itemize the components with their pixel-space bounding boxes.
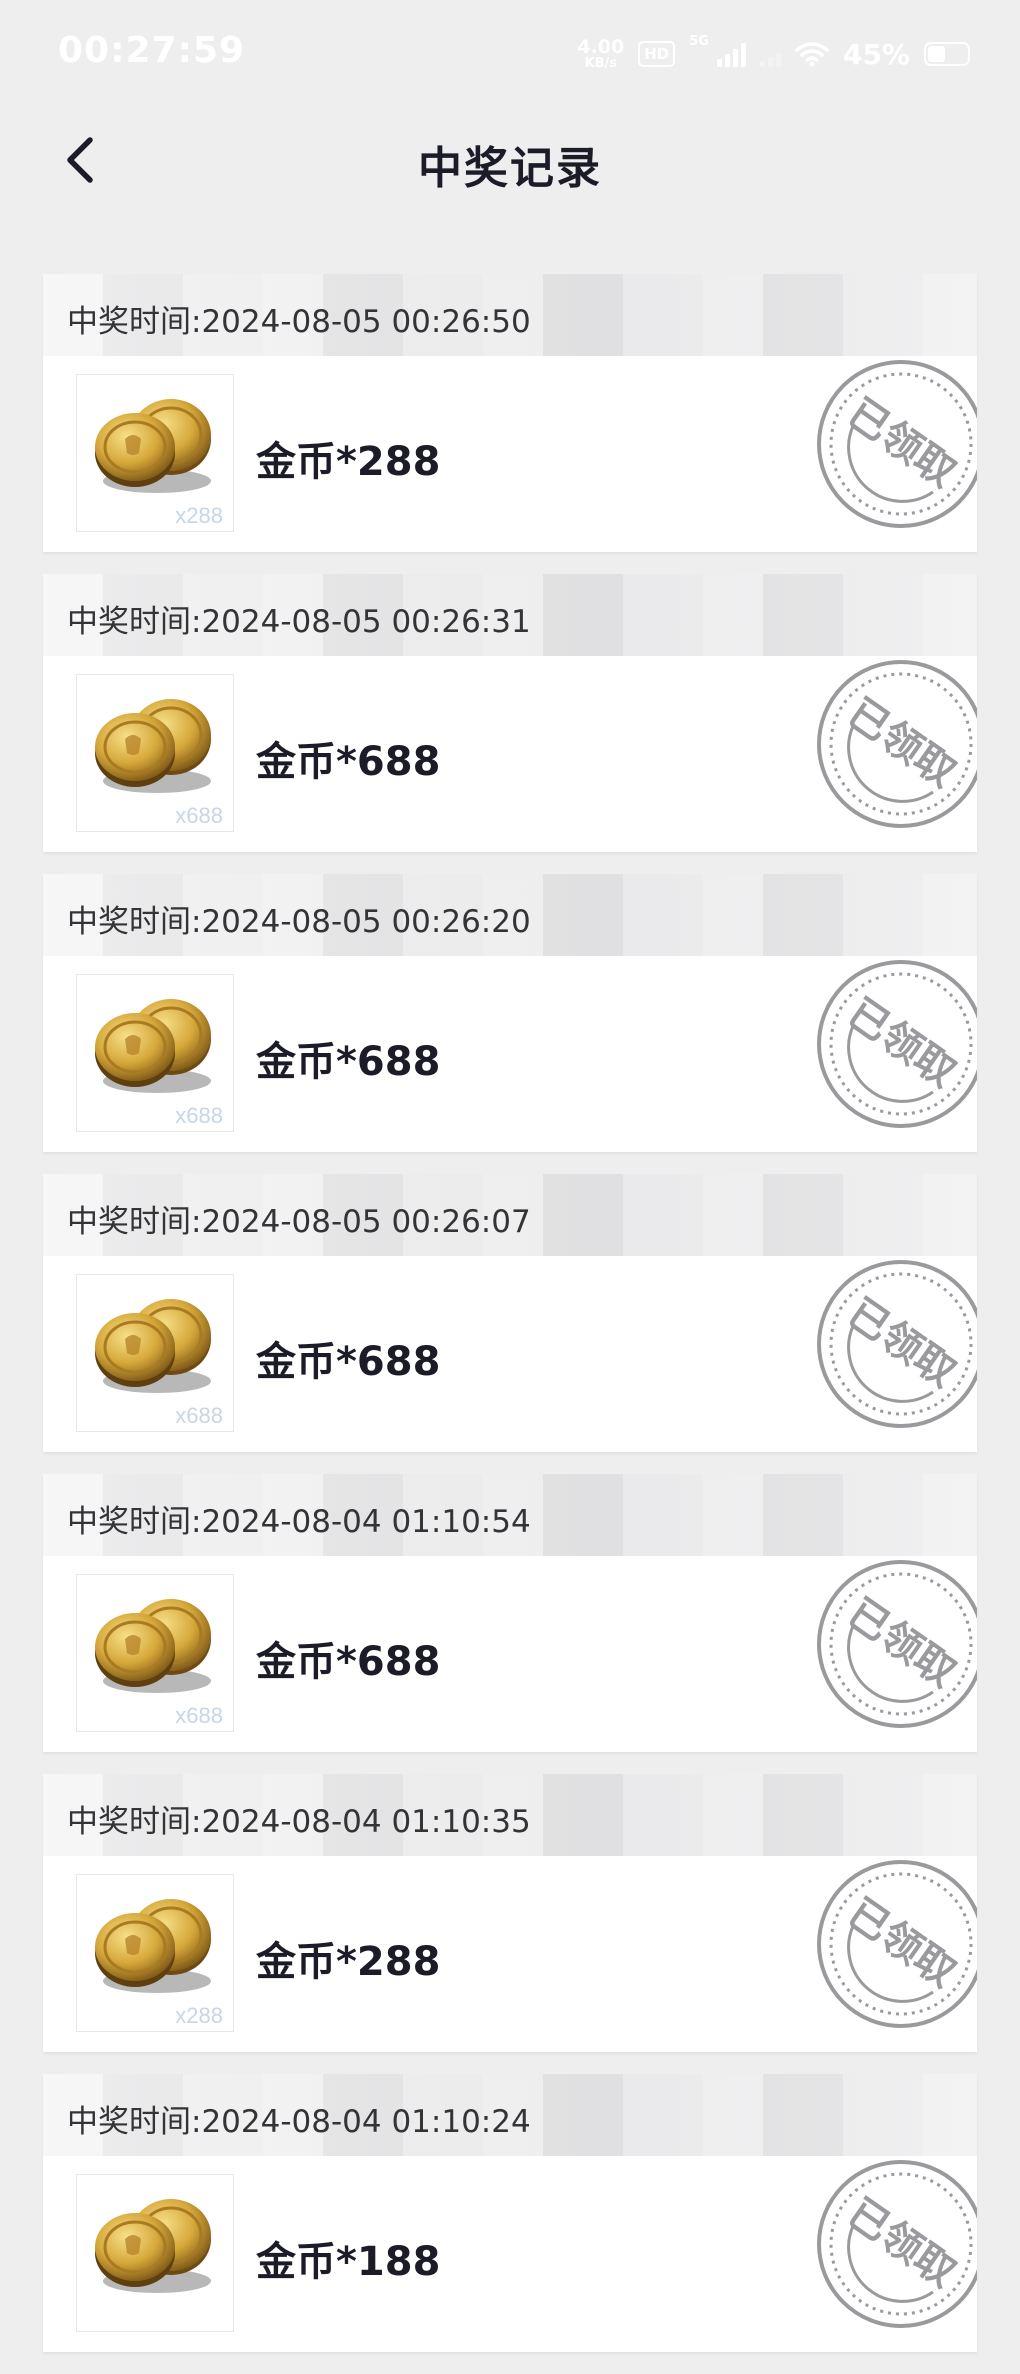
prize-item-name: 金币*688: [256, 1039, 441, 1085]
prize-item-name: 金币*688: [256, 1339, 441, 1385]
signal-secondary-icon: [759, 41, 781, 67]
signal-icon: [716, 41, 746, 67]
gold-coins-icon: [95, 1299, 211, 1393]
svg-text:已领取: 已领取: [839, 690, 964, 797]
prize-item-name: 金币*288: [256, 1939, 441, 1985]
prize-item-name: 金币*288: [256, 439, 441, 485]
svg-text:已领取: 已领取: [839, 990, 964, 1097]
network-speed-value: 4.00: [577, 36, 625, 58]
prize-item-name: 金币*688: [256, 739, 441, 785]
battery-icon: [924, 42, 970, 66]
svg-text:已领取: 已领取: [839, 2190, 964, 2297]
prize-record-card: 中奖时间:2024-08-05 00:26:50 x288 金币*288 已领取: [43, 274, 977, 552]
claimed-stamp-icon: 已领取: [817, 660, 977, 828]
svg-text:已领取: 已领取: [839, 1290, 964, 1397]
page-header: 中奖记录: [0, 110, 1020, 210]
page-title: 中奖记录: [418, 143, 602, 194]
prize-record-card: 中奖时间:2024-08-05 00:26:20 x688 金币*688 已领取: [43, 874, 977, 1152]
prize-item-thumbnail: x688: [76, 974, 234, 1132]
claimed-stamp-icon: 已领取: [817, 1560, 977, 1728]
network-type-label: 5G: [689, 34, 709, 49]
quantity-tag: x688: [175, 803, 223, 828]
win-time-label: 中奖时间:2024-08-05 00:26:50: [67, 304, 531, 340]
svg-text:已领取: 已领取: [839, 1890, 964, 1997]
network-speed-unit: KB/s: [584, 56, 618, 71]
wifi-icon: [795, 41, 829, 67]
gold-coins-icon: [95, 699, 211, 793]
gold-coins-icon: [95, 1899, 211, 1993]
prize-item-name: 金币*188: [256, 2239, 441, 2285]
gold-coins-icon: [95, 999, 211, 1093]
win-time-label: 中奖时间:2024-08-05 00:26:20: [67, 904, 531, 940]
win-time-label: 中奖时间:2024-08-05 00:26:07: [67, 1204, 531, 1240]
win-time-label: 中奖时间:2024-08-05 00:26:31: [67, 604, 531, 640]
network-speed: 4.00 KB/s: [577, 36, 625, 71]
win-time-label: 中奖时间:2024-08-04 01:10:54: [67, 1504, 531, 1540]
claimed-stamp-icon: 已领取: [817, 1260, 977, 1428]
quantity-tag: x288: [175, 503, 223, 528]
quantity-tag: x688: [175, 1103, 223, 1128]
prize-item-thumbnail: x688: [76, 674, 234, 832]
prize-item-thumbnail: x288: [76, 1874, 234, 2032]
gold-coins-icon: [95, 399, 211, 493]
quantity-tag: x688: [175, 1403, 223, 1428]
gold-coins-icon: [95, 1599, 211, 1693]
prize-record-card: 中奖时间:2024-08-04 01:10:35 x288 金币*288 已领取: [43, 1774, 977, 2052]
svg-text:已领取: 已领取: [839, 390, 964, 497]
prize-record-card: 中奖时间:2024-08-04 01:10:24 金币*188 已领取: [43, 2074, 977, 2352]
prize-item-thumbnail: x688: [76, 1574, 234, 1732]
status-icons: 4.00 KB/s HD 5G 45%: [577, 34, 970, 74]
svg-text:已领取: 已领取: [839, 1590, 964, 1697]
claimed-stamp-icon: 已领取: [817, 2160, 977, 2328]
status-time: 00:27:59: [58, 30, 246, 71]
win-time-label: 中奖时间:2024-08-04 01:10:35: [67, 1804, 531, 1840]
quantity-tag: x288: [175, 2003, 223, 2028]
hd-badge: HD: [638, 41, 676, 67]
claimed-stamp-icon: 已领取: [817, 1860, 977, 2028]
prize-record-card: 中奖时间:2024-08-05 00:26:07 x688 金币*688 已领取: [43, 1174, 977, 1452]
prize-item-thumbnail: x288: [76, 374, 234, 532]
prize-record-list: 中奖时间:2024-08-05 00:26:50 x288 金币*288 已领取…: [43, 274, 977, 2374]
win-time-label: 中奖时间:2024-08-04 01:10:24: [67, 2104, 531, 2140]
claimed-stamp-icon: 已领取: [817, 960, 977, 1128]
prize-item-name: 金币*688: [256, 1639, 441, 1685]
prize-item-thumbnail: [76, 2174, 234, 2332]
claimed-stamp-icon: 已领取: [817, 360, 977, 528]
quantity-tag: x688: [175, 1703, 223, 1728]
gold-coins-icon: [95, 2199, 211, 2293]
prize-record-card: 中奖时间:2024-08-05 00:26:31 x688 金币*688 已领取: [43, 574, 977, 852]
prize-record-card: 中奖时间:2024-08-04 01:10:54 x688 金币*688 已领取: [43, 1474, 977, 1752]
battery-percent: 45%: [842, 37, 910, 71]
status-bar: 00:27:59 4.00 KB/s HD 5G 45%: [0, 0, 1020, 110]
prize-item-thumbnail: x688: [76, 1274, 234, 1432]
